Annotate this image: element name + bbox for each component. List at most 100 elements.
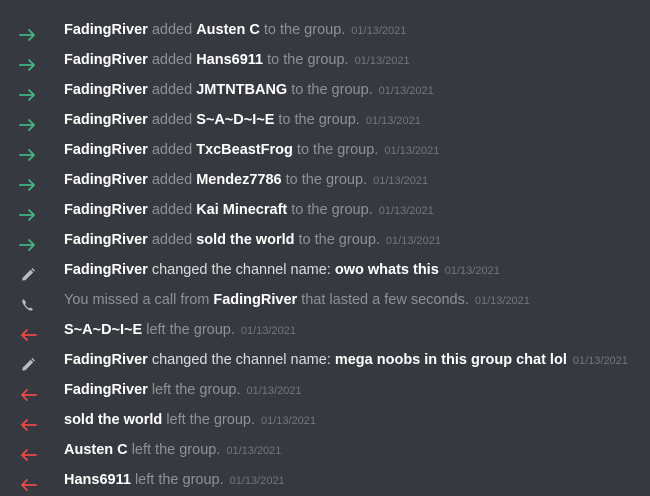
phone-icon [18, 293, 38, 311]
actor-username: Austen C [64, 442, 128, 458]
action-verb: added [151, 22, 193, 38]
message-text: Hans6911 left the group. 01/13/2021 [64, 465, 285, 496]
channel-name: mega noobs in this group chat lol [334, 352, 567, 368]
actor-username: FadingRiver [64, 382, 148, 398]
actor-username: FadingRiver [64, 172, 148, 188]
timestamp: 01/13/2021 [351, 25, 407, 37]
actor-username: FadingRiver [64, 202, 148, 218]
actor-username: S~A~D~I~E [64, 322, 143, 338]
action-verb: added [151, 202, 193, 218]
timestamp: 01/13/2021 [246, 385, 302, 397]
system-message-rename: FadingRiver changed the channel name: me… [0, 345, 650, 375]
system-message-join: FadingRiver added Mendez7786 to the grou… [0, 165, 650, 195]
arrow-left-icon [18, 323, 38, 341]
system-message-leave: Hans6911 left the group. 01/13/2021 [0, 465, 650, 495]
action-suffix: to the group. [263, 22, 346, 38]
action-verb: left the group. [166, 412, 255, 428]
arrow-left-icon [18, 413, 38, 431]
message-text: FadingRiver added TxcBeastFrog to the gr… [64, 135, 439, 166]
timestamp: 01/13/2021 [385, 235, 441, 247]
system-message-log: FadingRiver added Austen C to the group.… [0, 0, 650, 496]
actor-username: FadingRiver [64, 352, 148, 368]
actor-username: FadingRiver [64, 262, 148, 278]
timestamp: 01/13/2021 [354, 55, 410, 67]
timestamp: 01/13/2021 [240, 325, 296, 337]
timestamp: 01/13/2021 [373, 175, 429, 187]
pencil-icon [18, 263, 38, 281]
action-verb: You missed a call from [64, 292, 210, 308]
timestamp: 01/13/2021 [572, 355, 628, 367]
timestamp: 01/13/2021 [444, 265, 500, 277]
target-username: S~A~D~I~E [196, 112, 275, 128]
arrow-left-icon [18, 473, 38, 491]
action-verb: added [151, 232, 193, 248]
actor-username: FadingRiver [64, 232, 148, 248]
message-text: FadingRiver added S~A~D~I~E to the group… [64, 105, 421, 136]
action-verb: left the group. [134, 472, 224, 488]
target-username: Hans6911 [196, 52, 264, 68]
message-text: FadingRiver added Kai Minecraft to the g… [64, 195, 434, 226]
arrow-right-icon [18, 23, 38, 41]
target-username: Kai Minecraft [196, 202, 288, 218]
arrow-right-icon [18, 113, 38, 131]
actor-username: Hans6911 [64, 472, 131, 488]
system-message-call: You missed a call from FadingRiver that … [0, 285, 650, 315]
arrow-right-icon [18, 143, 38, 161]
system-message-join: FadingRiver added TxcBeastFrog to the gr… [0, 135, 650, 165]
actor-username: sold the world [64, 412, 163, 428]
system-message-leave: FadingRiver left the group. 01/13/2021 [0, 375, 650, 405]
timestamp: 01/13/2021 [226, 445, 282, 457]
arrow-right-icon [18, 233, 38, 251]
timestamp: 01/13/2021 [365, 115, 421, 127]
system-message-join: FadingRiver added sold the world to the … [0, 225, 650, 255]
message-text: S~A~D~I~E left the group. 01/13/2021 [64, 315, 296, 346]
action-verb: changed the channel name: [151, 352, 331, 368]
system-message-leave: sold the world left the group. 01/13/2021 [0, 405, 650, 435]
action-verb: added [151, 172, 193, 188]
target-username: Mendez7786 [196, 172, 282, 188]
actor-username: FadingRiver [64, 82, 148, 98]
action-verb: left the group. [151, 382, 241, 398]
arrow-right-icon [18, 173, 38, 191]
action-verb: added [151, 52, 193, 68]
action-verb: added [151, 82, 193, 98]
action-verb: left the group. [131, 442, 221, 458]
system-message-join: FadingRiver added Hans6911 to the group.… [0, 45, 650, 75]
system-message-join: FadingRiver added JMTNTBANG to the group… [0, 75, 650, 105]
action-suffix: to the group. [291, 202, 373, 218]
system-message-join: FadingRiver added S~A~D~I~E to the group… [0, 105, 650, 135]
target-username: sold the world [196, 232, 295, 248]
actor-username: FadingRiver [64, 52, 148, 68]
target-username: Austen C [196, 22, 260, 38]
caller-username: FadingRiver [213, 292, 298, 308]
action-suffix: to the group. [291, 82, 373, 98]
message-text: FadingRiver changed the channel name: me… [64, 345, 628, 376]
action-suffix: to the group. [298, 232, 380, 248]
system-message-leave: S~A~D~I~E left the group. 01/13/2021 [0, 315, 650, 345]
message-text: FadingRiver left the group. 01/13/2021 [64, 375, 302, 406]
actor-username: FadingRiver [64, 22, 148, 38]
timestamp: 01/13/2021 [260, 415, 317, 427]
system-message-join: FadingRiver added Kai Minecraft to the g… [0, 195, 650, 225]
message-text: FadingRiver added Mendez7786 to the grou… [64, 165, 428, 196]
target-username: TxcBeastFrog [196, 142, 293, 158]
message-text: sold the world left the group. 01/13/2021 [64, 405, 316, 436]
timestamp: 01/13/2021 [378, 85, 434, 97]
system-message-join: FadingRiver added Austen C to the group.… [0, 15, 650, 45]
action-verb: added [151, 112, 193, 128]
message-text: FadingRiver added Hans6911 to the group.… [64, 45, 410, 76]
action-suffix: to the group. [267, 52, 349, 68]
message-text: FadingRiver added sold the world to the … [64, 225, 441, 256]
arrow-left-icon [18, 383, 38, 401]
action-suffix: to the group. [285, 172, 368, 188]
message-text: Austen C left the group. 01/13/2021 [64, 435, 281, 466]
action-verb: changed the channel name: [151, 262, 331, 278]
pencil-icon [18, 353, 38, 371]
message-text: FadingRiver added JMTNTBANG to the group… [64, 75, 434, 106]
arrow-left-icon [18, 443, 38, 461]
message-text: FadingRiver added Austen C to the group.… [64, 15, 406, 46]
timestamp: 01/13/2021 [378, 205, 434, 217]
actor-username: FadingRiver [64, 112, 148, 128]
message-text: FadingRiver changed the channel name: ow… [64, 255, 500, 286]
action-suffix: that lasted a few seconds. [301, 292, 469, 308]
